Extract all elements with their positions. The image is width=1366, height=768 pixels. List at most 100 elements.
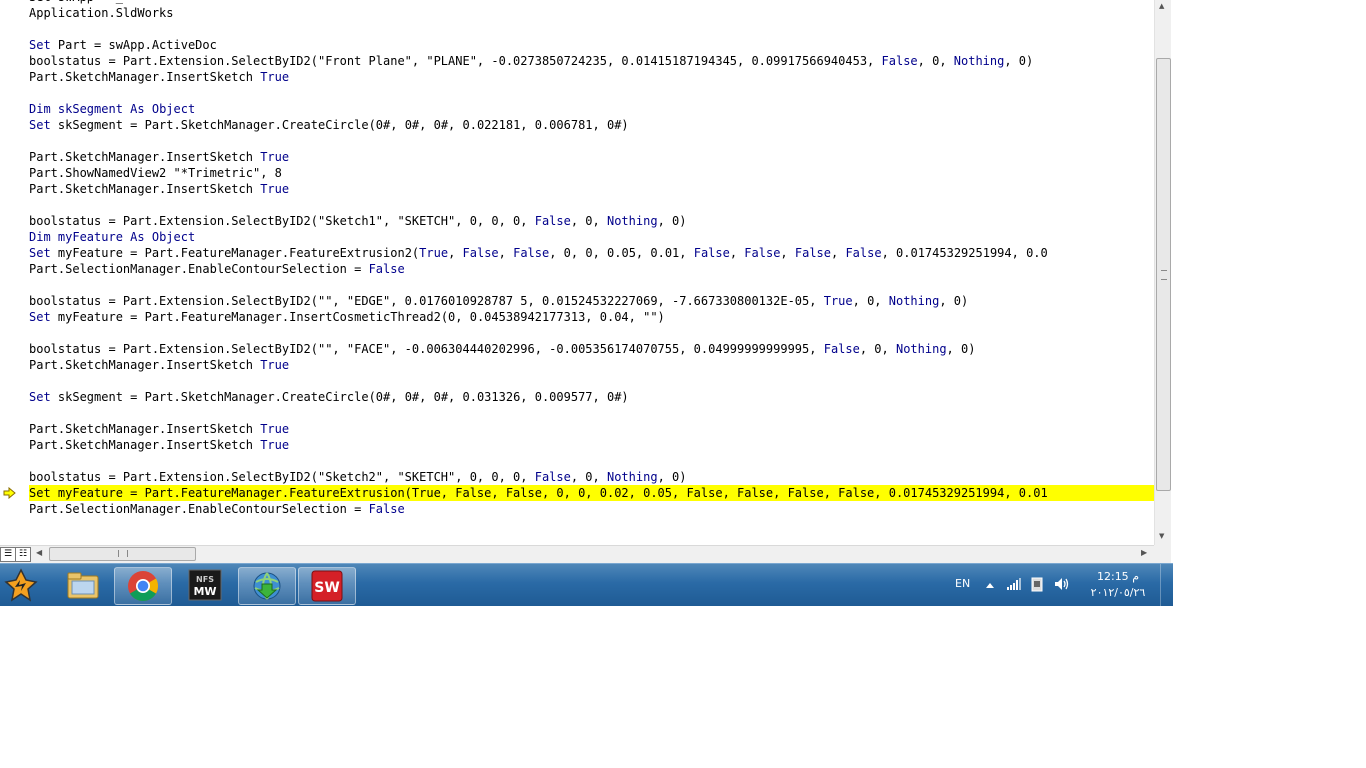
code-line[interactable] — [29, 325, 1154, 341]
code-token: Part.ShowNamedView2 "*Trimetric", 8 — [29, 166, 282, 180]
code-line[interactable]: Set Part = swApp.ActiveDoc — [29, 37, 1154, 53]
code-line[interactable] — [29, 197, 1154, 213]
code-line[interactable]: boolstatus = Part.Extension.SelectByID2(… — [29, 469, 1154, 485]
code-line[interactable] — [29, 277, 1154, 293]
code-line-current-statement[interactable]: Set myFeature = Part.FeatureManager.Feat… — [29, 485, 1154, 501]
code-line[interactable] — [29, 21, 1154, 37]
code-token: boolstatus = Part.Extension.SelectByID2(… — [29, 470, 535, 484]
code-line[interactable]: Part.SketchManager.InsertSketch True — [29, 437, 1154, 453]
code-text[interactable]: Set swApp = _ Application.SldWorks Set Par… — [29, 0, 1154, 517]
code-keyword: Dim — [29, 102, 51, 116]
code-token: , 0) — [946, 342, 976, 356]
code-line[interactable]: Part.SketchManager.InsertSketch True — [29, 421, 1154, 437]
code-token: Part.SelectionManager.EnableContourSelec… — [29, 262, 369, 276]
need-for-speed-most-wanted-icon: NFS MW — [188, 569, 222, 601]
code-keyword: True — [260, 358, 290, 372]
taskbar-app-idm[interactable] — [238, 567, 296, 605]
code-line[interactable]: boolstatus = Part.Extension.SelectByID2(… — [29, 293, 1154, 309]
code-line[interactable]: Part.SketchManager.InsertSketch True — [29, 149, 1154, 165]
taskbar-app-explorer[interactable] — [56, 567, 112, 603]
code-line[interactable] — [29, 373, 1154, 389]
windows-taskbar: NFS MW SW EN 12:15 م ٢٠١٢/٠٥/٢٦ — [0, 563, 1173, 606]
code-token: , — [448, 246, 463, 260]
code-line[interactable]: Dim myFeature As Object — [29, 229, 1154, 245]
code-token: Part = swApp.ActiveDoc — [50, 38, 217, 52]
full-module-view-button[interactable]: ☷ — [15, 547, 31, 562]
scroll-right-arrow-icon[interactable]: ▶ — [1141, 548, 1147, 557]
taskbar-app-chrome[interactable] — [114, 567, 172, 605]
code-line[interactable] — [29, 133, 1154, 149]
code-line[interactable]: boolstatus = Part.Extension.SelectByID2(… — [29, 213, 1154, 229]
code-token: , 0) — [939, 294, 969, 308]
code-keyword: False — [845, 246, 882, 260]
code-token: Application.SldWorks — [29, 6, 174, 20]
code-token: , 0) — [1004, 54, 1034, 68]
show-hidden-icons-icon[interactable] — [986, 582, 994, 588]
code-token: , — [780, 246, 795, 260]
code-line[interactable]: Part.SketchManager.InsertSketch True — [29, 69, 1154, 85]
code-token: Set swApp = _ — [29, 0, 123, 4]
code-keyword: Nothing — [895, 342, 947, 356]
code-keyword: As Object — [130, 230, 196, 244]
code-line[interactable] — [29, 453, 1154, 469]
solidworks-label: SW — [314, 580, 340, 596]
vertical-scroll-thumb[interactable] — [1156, 58, 1171, 491]
code-keyword: Set — [29, 246, 51, 260]
code-editor[interactable]: Set swApp = _ Application.SldWorks Set Par… — [0, 0, 1154, 545]
code-line[interactable]: Application.SldWorks — [29, 5, 1154, 21]
taskbar-app-solidworks[interactable]: SW — [298, 567, 356, 605]
clock-time: 12:15 م — [1096, 570, 1139, 583]
code-keyword: skSegment — [50, 102, 131, 116]
code-line[interactable]: boolstatus = Part.Extension.SelectByID2(… — [29, 341, 1154, 357]
scroll-down-arrow-icon[interactable]: ▼ — [1159, 532, 1164, 540]
safely-remove-hardware-icon[interactable] — [1030, 577, 1044, 592]
code-keyword: myFeature — [50, 230, 131, 244]
code-line[interactable]: Set myFeature = Part.FeatureManager.Inse… — [29, 309, 1154, 325]
taskbar-app-nfs-most-wanted[interactable]: NFS MW — [178, 567, 234, 603]
procedure-view-button[interactable]: ☰ — [0, 547, 16, 562]
horizontal-grip-icon — [118, 550, 128, 557]
show-desktop-button[interactable] — [1160, 564, 1174, 606]
code-keyword: Nothing — [888, 294, 940, 308]
code-line[interactable]: Part.SelectionManager.EnableContourSelec… — [29, 501, 1154, 517]
code-line[interactable]: Part.ShowNamedView2 "*Trimetric", 8 — [29, 165, 1154, 181]
code-keyword: True — [260, 182, 290, 196]
code-keyword: Dim — [29, 230, 51, 244]
taskbar-app-winamp[interactable] — [0, 567, 42, 603]
code-token: boolstatus = Part.Extension.SelectByID2(… — [29, 342, 824, 356]
code-keyword: False — [368, 262, 405, 276]
code-keyword: True — [260, 422, 290, 436]
code-keyword: Set — [29, 38, 51, 52]
code-line[interactable]: boolstatus = Part.Extension.SelectByID2(… — [29, 53, 1154, 69]
scroll-up-arrow-icon[interactable]: ▲ — [1159, 2, 1164, 10]
code-line[interactable]: Set skSegment = Part.SketchManager.Creat… — [29, 117, 1154, 133]
volume-speaker-icon[interactable] — [1054, 577, 1070, 591]
editor-gutter[interactable] — [0, 0, 18, 545]
code-token: skSegment = Part.SketchManager.CreateCir… — [50, 390, 629, 404]
code-line[interactable]: Part.SketchManager.InsertSketch True — [29, 181, 1154, 197]
code-line[interactable] — [29, 405, 1154, 421]
code-line[interactable]: Part.SelectionManager.EnableContourSelec… — [29, 261, 1154, 277]
code-keyword: False — [794, 246, 831, 260]
code-line[interactable]: Set myFeature = Part.FeatureManager.Feat… — [29, 245, 1154, 261]
code-keyword: Nothing — [953, 54, 1005, 68]
vertical-grip-icon — [1161, 270, 1167, 280]
code-keyword: True — [823, 294, 853, 308]
code-line[interactable]: Set skSegment = Part.SketchManager.Creat… — [29, 389, 1154, 405]
scrollbar-corner — [1154, 545, 1171, 563]
horizontal-scroll-thumb[interactable] — [49, 547, 196, 561]
scroll-left-arrow-icon[interactable]: ◀ — [36, 548, 42, 557]
code-token: myFeature = Part.FeatureManager.InsertCo… — [50, 310, 665, 324]
code-line[interactable]: Dim skSegment As Object — [29, 101, 1154, 117]
code-line[interactable] — [29, 85, 1154, 101]
code-token: , — [831, 246, 846, 260]
vertical-scrollbar[interactable]: ▲ ▼ — [1154, 0, 1171, 545]
code-keyword: Set — [29, 390, 51, 404]
language-indicator[interactable]: EN — [955, 577, 970, 590]
network-signal-icon[interactable] — [1007, 578, 1021, 590]
code-keyword: False — [513, 246, 550, 260]
code-line[interactable]: Part.SketchManager.InsertSketch True — [29, 357, 1154, 373]
system-clock[interactable]: 12:15 م ٢٠١٢/٠٥/٢٦ — [1088, 569, 1148, 601]
code-token: , 0, — [570, 214, 607, 228]
code-token: , — [729, 246, 745, 260]
